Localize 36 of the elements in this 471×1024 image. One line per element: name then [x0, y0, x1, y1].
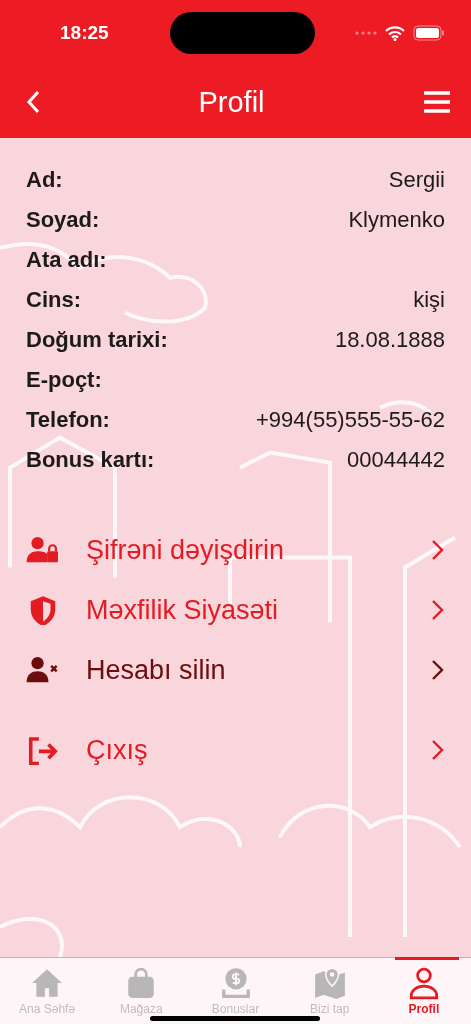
chevron-icon [431, 659, 445, 681]
tab-item[interactable]: Profil [376, 958, 471, 1024]
field-value: 18.08.1888 [334, 327, 445, 353]
logout-icon [26, 735, 60, 765]
field-value: Klymenko [348, 207, 445, 233]
page-title: Profil [198, 85, 265, 119]
menu-item[interactable]: Məxfilik Siyasəti [26, 580, 445, 640]
signal-icon [355, 31, 377, 35]
field-label: Bonus kartı: [26, 447, 155, 473]
map-icon [312, 966, 347, 1000]
field-value: Sergii [388, 167, 445, 193]
field-value: 00044442 [347, 447, 445, 473]
wifi-icon [385, 25, 405, 41]
field-value: +994(55)555-55-62 [256, 407, 445, 433]
field-value: kişi [413, 287, 445, 313]
chevron-icon [431, 739, 445, 761]
field-label: Telefon: [26, 407, 110, 433]
menu-icon [423, 90, 451, 114]
user-remove-icon [26, 655, 60, 685]
chevron-icon [431, 539, 445, 561]
field-label: E-poçt: [26, 367, 102, 393]
back-icon [26, 90, 40, 114]
status-time: 18:25 [60, 22, 110, 44]
field-label: Ata adı: [26, 247, 107, 273]
field-label: Doğum tarixi: [26, 327, 168, 353]
chevron-icon [431, 599, 445, 621]
battery-icon [413, 25, 445, 41]
user-lock-icon [26, 535, 60, 565]
tab-item[interactable]: Mağaza [94, 958, 189, 1024]
menu-item[interactable]: Şifrəni dəyişdirin [26, 520, 445, 580]
menu-item[interactable]: Çıxış [26, 720, 445, 780]
field-label: Soyad: [26, 207, 100, 233]
field-label: Cins: [26, 287, 81, 313]
menu-item[interactable]: Hesabı silin [26, 640, 445, 700]
field-label: Ad: [26, 167, 63, 193]
tab-item[interactable]: Ana Səhfə [0, 958, 95, 1024]
